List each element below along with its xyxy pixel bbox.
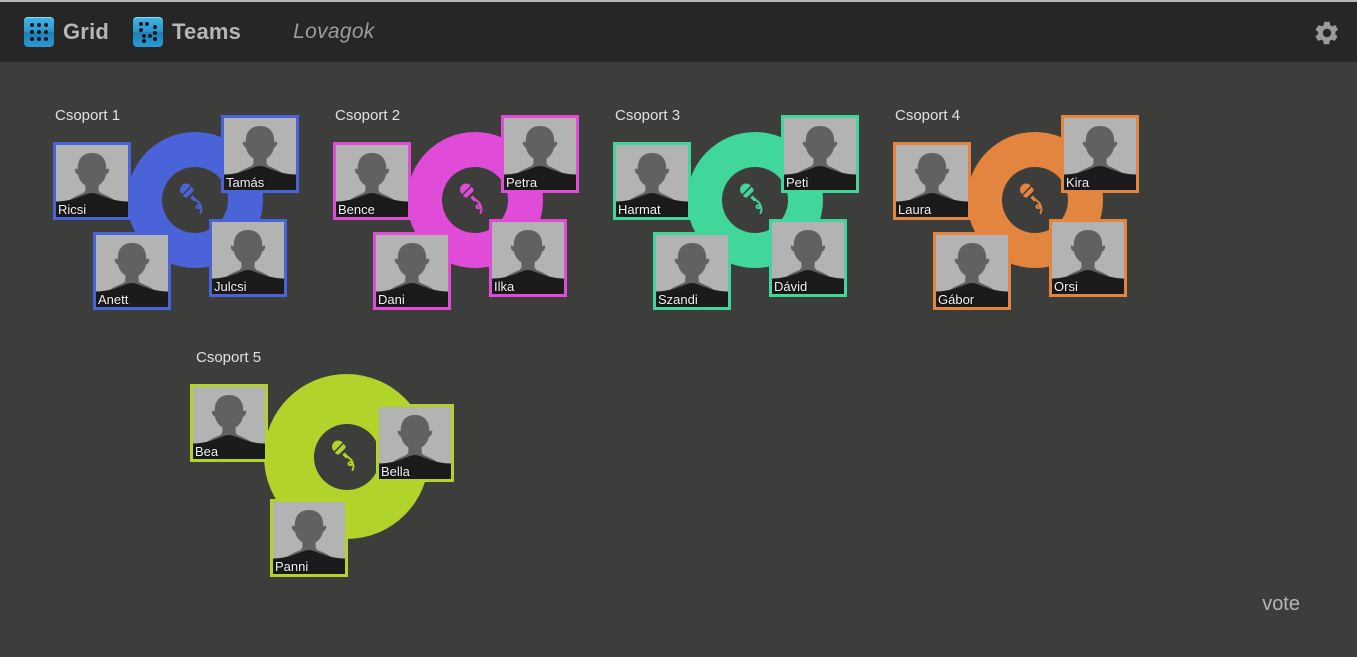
nav-item-grid-label: Grid — [63, 19, 110, 44]
member-name-label: Bella — [381, 464, 410, 479]
member-name-label: Panni — [275, 559, 309, 574]
member-name-label: Ilka — [494, 279, 515, 294]
team-group: Csoport 4 Laura Kira Gábor Orsi — [885, 107, 1170, 352]
member-avatar-card[interactable]: Orsi — [1049, 219, 1127, 297]
team-group-title: Csoport 1 — [55, 107, 121, 124]
member-avatar-card[interactable]: Kira — [1061, 115, 1139, 193]
team-group: Csoport 2 Bence Petra Dani Ilka — [325, 107, 610, 352]
member-avatar-card[interactable]: Gábor — [933, 232, 1011, 310]
member-avatar-card[interactable]: Bea — [190, 384, 268, 462]
member-name-label: Ricsi — [58, 202, 87, 217]
member-avatar-card[interactable]: Peti — [781, 115, 859, 193]
team-group-title: Csoport 3 — [615, 107, 681, 124]
member-name-label: Peti — [786, 175, 809, 190]
team-group: Csoport 1 Ricsi Tamás Anett Julcsi — [45, 107, 330, 352]
team-group-title: Csoport 2 — [335, 107, 401, 124]
team-group: Csoport 3 Harmat Peti Szandi Dávid — [605, 107, 890, 352]
member-name-label: Bea — [195, 444, 219, 459]
team-group: Csoport 5 Bea Bella Panni — [186, 349, 471, 594]
member-name-label: Tamás — [226, 175, 265, 190]
member-avatar-card[interactable]: Ricsi — [53, 142, 131, 220]
member-avatar-card[interactable]: Anett — [93, 232, 171, 310]
member-avatar-card[interactable]: Harmat — [613, 142, 691, 220]
nav-item-grid[interactable]: Grid — [24, 17, 109, 47]
teams-dice-icon — [133, 17, 164, 47]
member-name-label: Petra — [506, 175, 538, 190]
gear-icon[interactable] — [1313, 19, 1341, 47]
member-name-label: Harmat — [618, 202, 661, 217]
member-avatar-card[interactable]: Szandi — [653, 232, 731, 310]
microphone-icon[interactable] — [313, 423, 380, 490]
member-avatar-card[interactable]: Julcsi — [209, 219, 287, 297]
page-title: Lovagok — [293, 20, 375, 43]
member-name-label: Anett — [98, 292, 129, 307]
member-name-label: Bence — [338, 202, 375, 217]
team-group-title: Csoport 4 — [895, 107, 961, 124]
member-name-label: Julcsi — [214, 279, 247, 294]
member-name-label: Dani — [378, 292, 405, 307]
member-name-label: Dávid — [774, 279, 808, 294]
nav-item-teams[interactable]: Teams — [133, 17, 241, 47]
top-navigation-bar: Grid Teams Lovagok — [0, 0, 1357, 62]
member-avatar-card[interactable]: Dani — [373, 232, 451, 310]
nav-item-teams-label: Teams — [172, 19, 242, 44]
member-avatar-card[interactable]: Tamás — [221, 115, 299, 193]
grid-dice-icon — [24, 17, 54, 47]
member-name-label: Kira — [1066, 175, 1090, 190]
member-name-label: Szandi — [658, 292, 698, 307]
teams-canvas: Csoport 1 Ricsi Tamás Anett Julcsi Csoport 2 B… — [0, 62, 1357, 657]
member-avatar-card[interactable]: Bella — [376, 404, 454, 482]
member-avatar-card[interactable]: Ilka — [489, 219, 567, 297]
member-name-label: Gábor — [938, 292, 975, 307]
member-name-label: Laura — [898, 202, 932, 217]
member-avatar-card[interactable]: Panni — [270, 499, 348, 577]
vote-button[interactable]: vote — [1262, 593, 1300, 616]
member-name-label: Orsi — [1054, 279, 1078, 294]
member-avatar-card[interactable]: Petra — [501, 115, 579, 193]
member-avatar-card[interactable]: Bence — [333, 142, 411, 220]
member-avatar-card[interactable]: Laura — [893, 142, 971, 220]
member-avatar-card[interactable]: Dávid — [769, 219, 847, 297]
team-group-title: Csoport 5 — [196, 349, 262, 366]
